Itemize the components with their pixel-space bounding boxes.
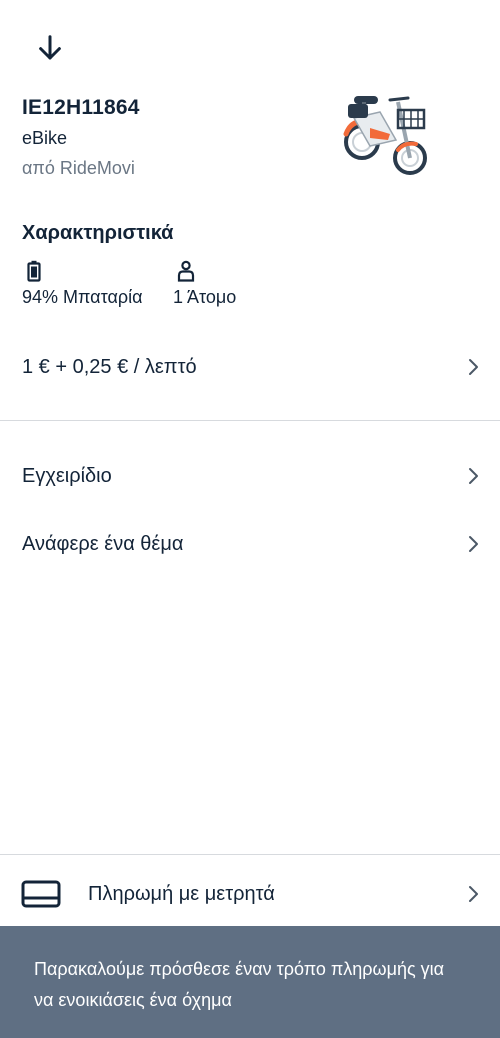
divider bbox=[0, 854, 500, 855]
collapse-button[interactable] bbox=[30, 28, 70, 68]
report-issue-row[interactable]: Ανάφερε ένα θέμα bbox=[0, 516, 500, 572]
divider bbox=[0, 420, 500, 421]
chevron-right-icon bbox=[469, 886, 478, 902]
payment-notice-banner: Παρακαλούμε πρόσθεσε έναν τρόπο πληρωμής… bbox=[0, 926, 500, 1038]
report-issue-label: Ανάφερε ένα θέμα bbox=[22, 532, 184, 555]
payment-notice-text: Παρακαλούμε πρόσθεσε έναν τρόπο πληρωμής… bbox=[34, 959, 445, 1010]
chevron-right-icon bbox=[469, 468, 478, 484]
features-heading: Χαρακτηριστικά bbox=[22, 222, 174, 244]
pricing-label: 1 € + 0,25 € / λεπτό bbox=[22, 355, 197, 378]
credit-card-icon bbox=[21, 880, 61, 908]
manual-row[interactable]: Εγχειρίδιο bbox=[0, 448, 500, 504]
payment-method: Πληρωμή με μετρητά bbox=[20, 879, 275, 909]
chevron-right-icon bbox=[469, 359, 478, 375]
chevron-right-icon bbox=[469, 536, 478, 552]
feature-seats: 1 Άτομο bbox=[173, 259, 236, 308]
feature-battery: 94% Μπαταρία bbox=[22, 259, 143, 308]
pricing-row[interactable]: 1 € + 0,25 € / λεπτό bbox=[0, 339, 500, 395]
payment-method-row[interactable]: Πληρωμή με μετρητά bbox=[0, 866, 500, 922]
ebike-image bbox=[343, 96, 427, 175]
seats-label: 1 Άτομο bbox=[173, 287, 237, 307]
vehicle-id: IE12H11864 bbox=[22, 96, 140, 119]
vehicle-provider: από RideMovi bbox=[22, 158, 135, 178]
arrow-down-icon bbox=[39, 35, 61, 60]
payment-label: Πληρωμή με μετρητά bbox=[88, 882, 275, 905]
manual-label: Εγχειρίδιο bbox=[22, 464, 112, 487]
battery-label: 94% Μπαταρία bbox=[22, 287, 143, 307]
battery-icon bbox=[27, 260, 41, 282]
person-icon bbox=[177, 260, 195, 282]
vehicle-type: eBike bbox=[22, 128, 68, 148]
